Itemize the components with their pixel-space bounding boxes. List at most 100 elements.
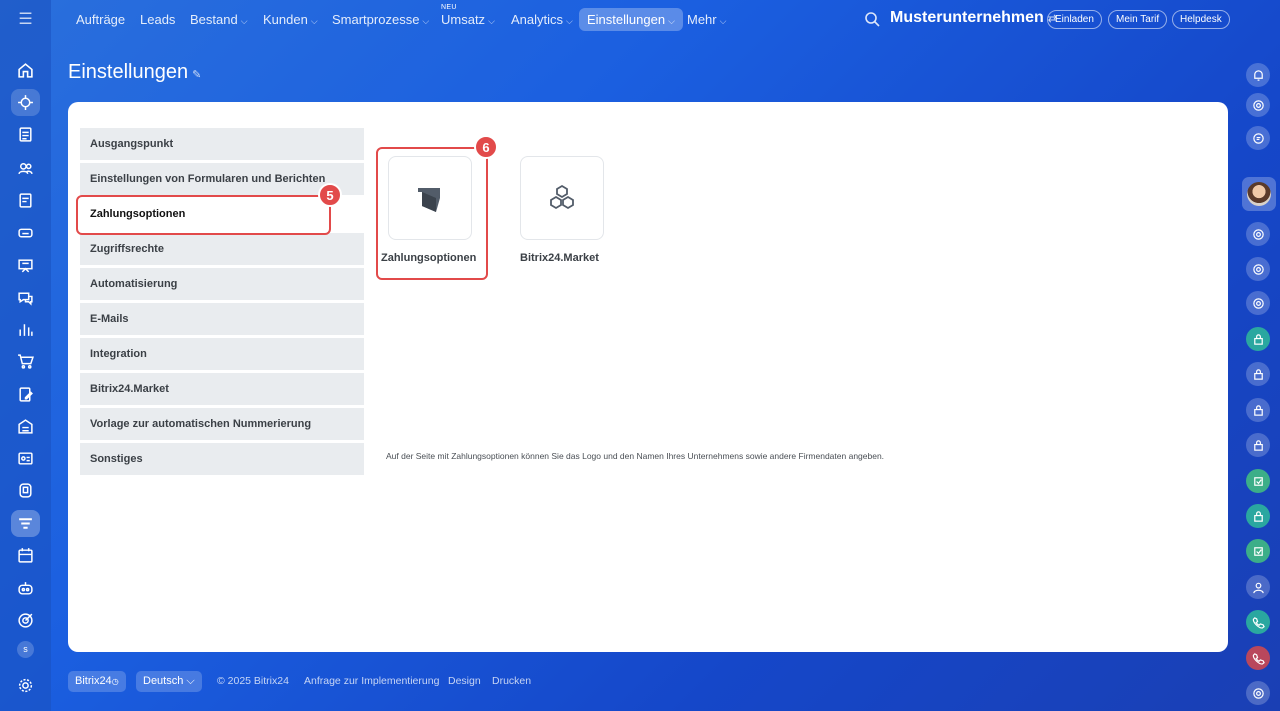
bitrix24-market-tile[interactable]: [520, 156, 604, 240]
bitrix24-brand-button[interactable]: Bitrix24◷: [68, 671, 126, 692]
nav-item-label: Smartprozesse: [332, 12, 420, 27]
payment-options-tile[interactable]: [388, 156, 472, 240]
search-icon[interactable]: [864, 11, 880, 27]
open-channel-icon[interactable]: [1246, 257, 1270, 281]
settings-menu: Ausgangspunkt Einstellungen von Formulare…: [80, 128, 364, 478]
menu-item[interactable]: Sonstiges: [80, 443, 364, 475]
nav-item-label: Kunden: [263, 12, 308, 27]
payment-options-tile-label[interactable]: Zahlungsoptionen: [381, 252, 476, 264]
bitrix24-market-tile-label[interactable]: Bitrix24.Market: [520, 252, 599, 264]
open-channel-icon[interactable]: [1246, 681, 1270, 705]
lock-chat-icon[interactable]: [1246, 362, 1270, 386]
nav-item-kunden[interactable]: Kunden ⌵: [255, 8, 326, 31]
document-list-icon[interactable]: [11, 121, 40, 148]
phone-icon[interactable]: [1246, 610, 1270, 634]
nav-item-leads[interactable]: Leads: [132, 8, 183, 31]
analytics-bars-icon[interactable]: [11, 316, 40, 343]
presentation-icon[interactable]: [11, 252, 40, 279]
copyright-text: © 2025 Bitrix24: [217, 675, 289, 687]
open-channel-icon[interactable]: [1246, 291, 1270, 315]
robot-icon[interactable]: [11, 575, 40, 602]
target-icon[interactable]: [11, 607, 40, 634]
chevron-down-icon: ⌵: [422, 16, 430, 26]
chevron-down-icon: ⌵: [310, 16, 318, 26]
notification-bell-icon[interactable]: [1246, 63, 1270, 87]
chevron-down-icon: ⌵: [186, 675, 195, 687]
nav-item-umsatz[interactable]: Umsatz ⌵: [433, 8, 503, 31]
nav-item-label: Leads: [140, 12, 176, 27]
nav-item-label: Bestand: [190, 12, 238, 27]
nav-item-label: Umsatz: [441, 12, 486, 27]
implementation-request-link[interactable]: Anfrage zur Implementierung: [304, 671, 439, 692]
market-cubes-icon: [550, 184, 574, 210]
menu-hamburger-icon[interactable]: ☰: [16, 12, 35, 28]
funnel-icon[interactable]: [11, 510, 40, 537]
description-text: Auf der Seite mit Zahlungsoptionen könne…: [386, 451, 885, 461]
chat-icon[interactable]: [11, 284, 40, 311]
chevron-down-icon: ⌵: [240, 16, 248, 26]
user-avatar-icon[interactable]: [1246, 575, 1270, 599]
top-navigation: NEU Aufträge Leads Bestand ⌵ Kunden ⌵ Smartpro…: [51, 0, 1280, 40]
step-badge-6: 6: [474, 135, 498, 159]
nav-item-label: Aufträge: [76, 12, 126, 27]
pin-icon[interactable]: ✎: [192, 69, 201, 81]
lock-chat-icon[interactable]: [1246, 433, 1270, 457]
print-link[interactable]: Drucken: [492, 671, 531, 692]
helpdesk-button[interactable]: Helpdesk: [1172, 10, 1230, 29]
user-initial-badge[interactable]: s: [17, 641, 34, 658]
nav-item-aufträge[interactable]: Aufträge: [68, 8, 133, 31]
lock-chat-icon[interactable]: [1246, 504, 1270, 528]
menu-item[interactable]: E-Mails: [80, 303, 364, 335]
step-badge-5: 5: [318, 183, 342, 207]
nav-item-mehr[interactable]: Mehr ⌵: [679, 8, 734, 31]
lock-chat-icon[interactable]: [1246, 327, 1270, 351]
product-catalog-icon[interactable]: [11, 219, 40, 246]
menu-item[interactable]: Automatisierung: [80, 268, 364, 300]
edit-document-icon[interactable]: [11, 381, 40, 408]
language-select[interactable]: Deutsch ⌵: [136, 671, 202, 692]
terminal-icon[interactable]: [11, 477, 40, 504]
invoice-icon[interactable]: [11, 187, 40, 214]
menu-item[interactable]: Ausgangspunkt: [80, 128, 364, 160]
contacts-icon[interactable]: [11, 155, 40, 182]
contact-avatar[interactable]: [1242, 177, 1276, 211]
nav-item-einstellungen[interactable]: Einstellungen ⌵: [579, 8, 683, 31]
home-icon[interactable]: [11, 57, 40, 84]
lock-chat-icon[interactable]: [1246, 398, 1270, 422]
cart-icon[interactable]: [11, 348, 40, 375]
right-sidebar: [1234, 50, 1280, 711]
my-plan-button[interactable]: Mein Tarif: [1108, 10, 1168, 29]
clock-icon: ◷: [111, 677, 119, 686]
left-sidebar: ☰ s: [0, 0, 51, 711]
chevron-down-icon: ⌵: [668, 16, 675, 26]
menu-item[interactable]: Vorlage zur automatischen Nummerierung: [80, 408, 364, 440]
nav-item-smartprozesse[interactable]: Smartprozesse ⌵: [324, 8, 437, 31]
copilot-icon[interactable]: [1246, 93, 1270, 117]
id-card-icon[interactable]: [11, 445, 40, 472]
chevron-down-icon: ⌵: [719, 16, 727, 26]
menu-item[interactable]: Integration: [80, 338, 364, 370]
settings-puzzle-icon[interactable]: [11, 89, 40, 116]
chevron-down-icon: ⌵: [566, 16, 573, 26]
company-name[interactable]: Musterunternehmen ⇄: [890, 9, 1057, 27]
nav-item-analytics[interactable]: Analytics ⌵: [503, 8, 581, 31]
nav-item-bestand[interactable]: Bestand ⌵: [182, 8, 256, 31]
menu-item[interactable]: Zugriffsrechte: [80, 233, 364, 265]
payment-options-icon: [418, 188, 440, 212]
page-title: Einstellungen ✎: [68, 61, 202, 83]
phone-icon[interactable]: [1246, 646, 1270, 670]
menu-item[interactable]: Bitrix24.Market: [80, 373, 364, 405]
task-check-icon[interactable]: [1246, 539, 1270, 563]
invite-button[interactable]: Einladen: [1047, 10, 1102, 29]
messenger-icon[interactable]: [1246, 126, 1270, 150]
task-check-icon[interactable]: [1246, 469, 1270, 493]
warehouse-icon[interactable]: [11, 413, 40, 440]
calendar-icon[interactable]: [11, 542, 40, 569]
settings-card: Ausgangspunkt Einstellungen von Formulare…: [68, 102, 1228, 652]
settings-gear-icon[interactable]: [11, 672, 40, 699]
open-channel-icon[interactable]: [1246, 222, 1270, 246]
nav-item-label: Mehr: [687, 12, 717, 27]
chevron-down-icon: ⌵: [488, 16, 495, 26]
nav-item-label: Analytics: [511, 12, 564, 27]
design-link[interactable]: Design: [448, 671, 481, 692]
